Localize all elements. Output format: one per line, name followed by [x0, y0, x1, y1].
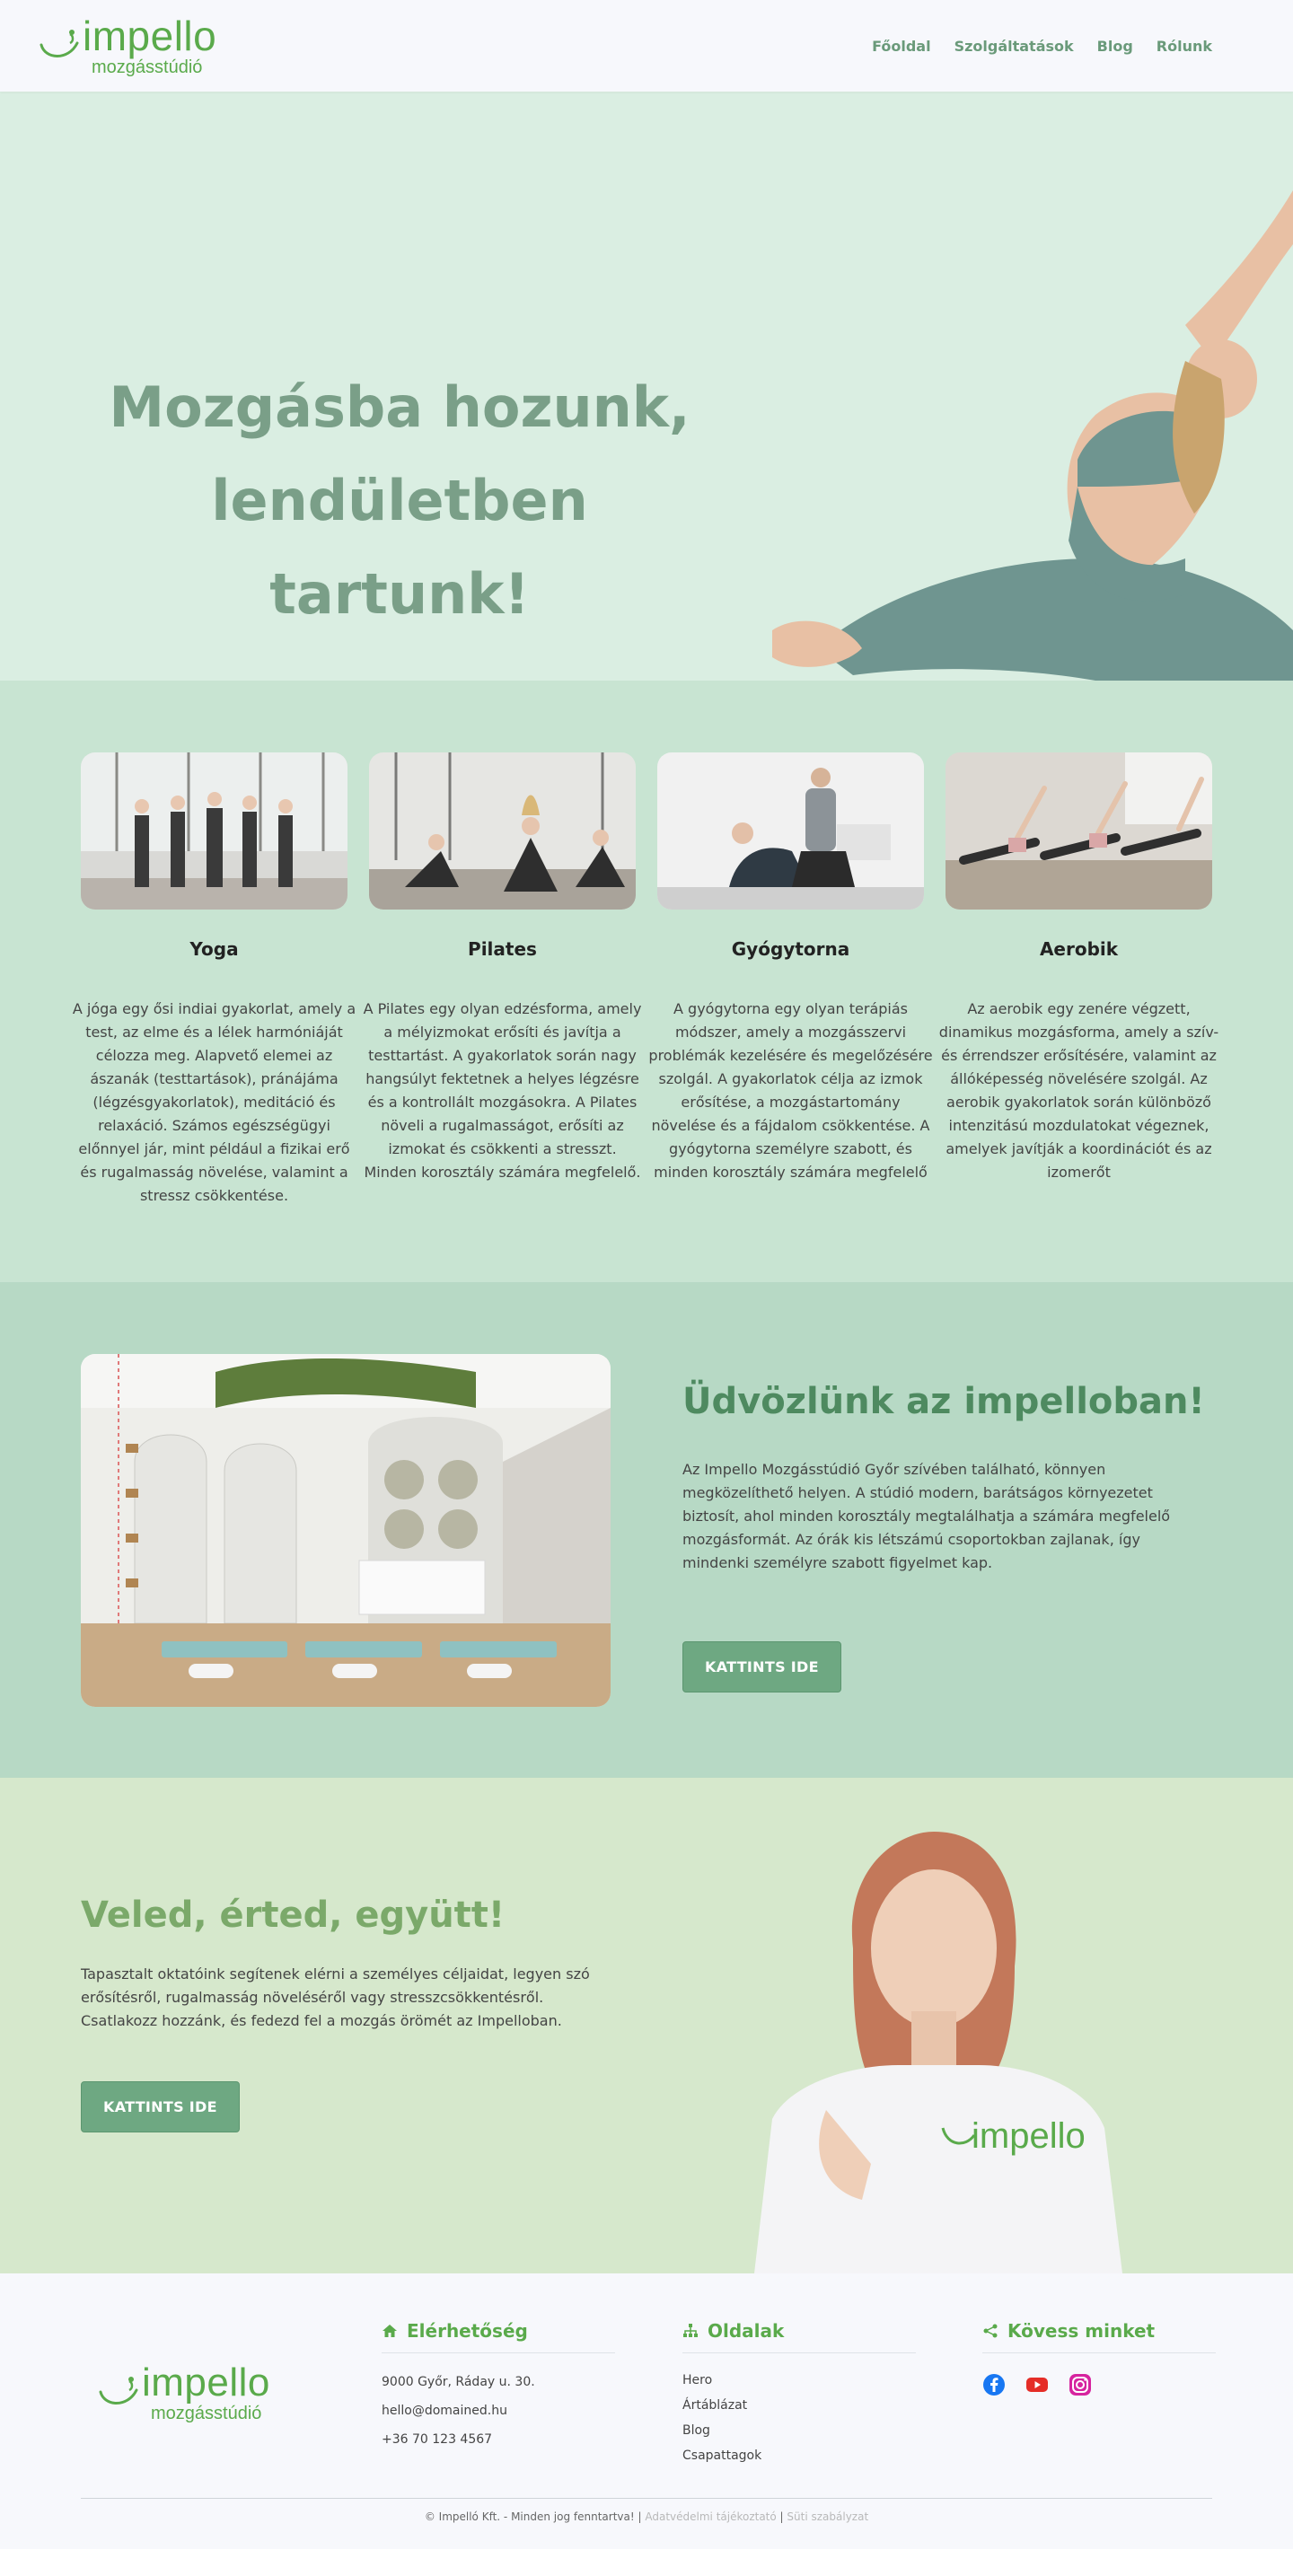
logo-name: impello	[83, 13, 217, 59]
welcome-section: Üdvözlünk az impelloban! Az Impello Mozg…	[0, 1282, 1293, 1778]
nav-services[interactable]: Szolgáltatások	[954, 38, 1074, 55]
logo-subtitle: mozgásstúdió	[151, 2404, 262, 2423]
follow-heading: Kövess minket	[1007, 2320, 1156, 2342]
youtube-icon[interactable]	[1025, 2373, 1049, 2396]
share-icon	[983, 2324, 998, 2338]
aerobic-class-photo	[946, 752, 1212, 910]
site-header: impello mozgásstúdió Főoldal Szolgáltatá…	[0, 0, 1293, 92]
nav-about[interactable]: Rólunk	[1157, 38, 1212, 55]
together-cta-button[interactable]: KATTINTS IDE	[81, 2081, 240, 2132]
footer-social: Kövess minket	[982, 2320, 1216, 2396]
copyright-separator: |	[776, 2510, 787, 2523]
service-title: Yoga	[189, 938, 239, 960]
footer-link-blog[interactable]: Blog	[682, 2418, 916, 2443]
service-card-aerobic: Aerobik Az aerobik egy zenére végzett, d…	[939, 752, 1218, 1208]
pages-heading: Oldalak	[708, 2320, 785, 2342]
logo-name: impello	[142, 2361, 270, 2405]
shirt-logo-text: impello	[972, 2116, 1086, 2156]
nav-home[interactable]: Főoldal	[872, 38, 930, 55]
footer-link-hero[interactable]: Hero	[682, 2368, 916, 2393]
footer-contact: Elérhetőség 9000 Győr, Ráday u. 30. hell…	[382, 2320, 615, 2454]
service-card-yoga: Yoga A jóga egy ősi indiai gyakorlat, am…	[73, 752, 356, 1208]
service-title: Gyógytorna	[731, 938, 850, 960]
service-card-pilates: Pilates A Pilates egy olyan edzésforma, …	[364, 752, 641, 1208]
physiotherapy-photo	[657, 752, 924, 910]
hero-title-line1: Mozgásba hozunk,	[109, 374, 690, 440]
contact-heading: Elérhetőség	[407, 2320, 528, 2342]
footer-link-team[interactable]: Csapattagok	[682, 2443, 916, 2468]
nav-blog[interactable]: Blog	[1097, 38, 1133, 55]
contact-phone[interactable]: +36 70 123 4567	[382, 2425, 615, 2454]
cookie-policy-link[interactable]: Süti szabályzat	[787, 2510, 868, 2523]
facebook-icon[interactable]	[982, 2373, 1006, 2396]
woman-in-tshirt-illustration: impello	[754, 1832, 1122, 2273]
welcome-text: Az Impello Mozgásstúdió Győr szívében ta…	[682, 1461, 1171, 1571]
site-logo[interactable]: impello mozgásstúdió	[38, 15, 216, 76]
hero-title: Mozgásba hozunk, lendületben tartunk!	[90, 361, 709, 641]
welcome-cta-button[interactable]: KATTINTS IDE	[682, 1641, 841, 1692]
welcome-title: Üdvözlünk az impelloban!	[682, 1381, 1205, 1422]
footer-link-pricing[interactable]: Ártáblázat	[682, 2393, 916, 2418]
copyright-text: © Impelló Kft. - Minden jog fenntartva! …	[424, 2510, 646, 2523]
service-description: A jóga egy ősi indiai gyakorlat, amely a…	[72, 1000, 356, 1204]
hero-title-line2: lendületben tartunk!	[211, 468, 588, 627]
service-description: Az aerobik egy zenére végzett, dinamikus…	[938, 1000, 1219, 1181]
service-card-physio: Gyógytorna A gyógytorna egy olyan terápi…	[648, 752, 933, 1208]
together-section: Veled, érted, együtt! Tapasztalt oktatói…	[0, 1778, 1293, 2273]
studio-interior-photo	[81, 1354, 611, 1707]
instagram-icon[interactable]	[1069, 2373, 1092, 2396]
service-title: Aerobik	[1039, 938, 1119, 960]
together-title: Veled, érted, együtt!	[81, 1895, 506, 1936]
main-nav: Főoldal Szolgáltatások Blog Rólunk	[872, 38, 1212, 55]
services-section: Yoga A jóga egy ősi indiai gyakorlat, am…	[0, 681, 1293, 1282]
privacy-link[interactable]: Adatvédelmi tájékoztató	[645, 2510, 776, 2523]
copyright-line: © Impelló Kft. - Minden jog fenntartva! …	[0, 2510, 1293, 2523]
sitemap-icon	[683, 2324, 698, 2337]
yoga-pose-illustration	[772, 190, 1293, 681]
pilates-class-photo	[369, 752, 636, 910]
contact-email[interactable]: hello@domained.hu	[382, 2396, 615, 2425]
yoga-class-photo	[81, 752, 347, 910]
contact-address: 9000 Győr, Ráday u. 30.	[382, 2375, 535, 2389]
footer-divider	[81, 2498, 1212, 2499]
footer-pages: Oldalak Hero Ártáblázat Blog Csapattagok	[682, 2320, 916, 2468]
service-title: Pilates	[468, 938, 537, 960]
hero-section: Mozgásba hozunk, lendületben tartunk!	[0, 92, 1293, 681]
site-footer: impello mozgásstúdió Elérhetőség 9000 Gy…	[0, 2273, 1293, 2549]
service-description: A gyógytorna egy olyan terápiás módszer,…	[648, 1000, 933, 1181]
logo-swoosh-icon	[40, 30, 79, 57]
home-icon	[383, 2325, 397, 2337]
footer-logo[interactable]: impello mozgásstúdió	[97, 2363, 270, 2422]
together-text: Tapasztalt oktatóink segítenek elérni a …	[81, 1965, 590, 2029]
service-description: A Pilates egy olyan edzésforma, amely a …	[363, 1000, 642, 1181]
logo-swoosh-icon	[99, 2377, 138, 2405]
logo-subtitle: mozgásstúdió	[92, 57, 203, 77]
